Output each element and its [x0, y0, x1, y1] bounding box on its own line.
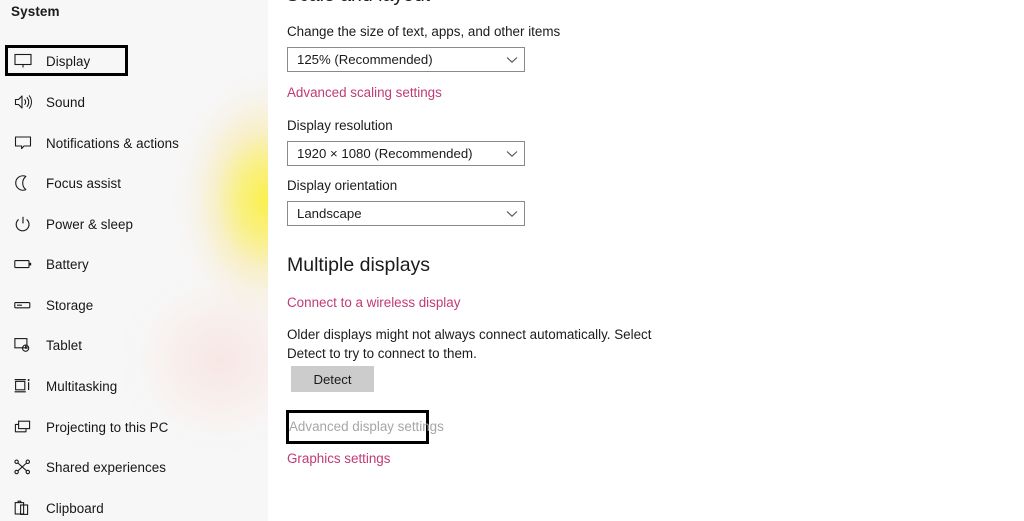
scale-label: Change the size of text, apps, and other…: [287, 24, 561, 39]
sidebar-item-label: Battery: [46, 256, 89, 272]
sidebar-item-label: Multitasking: [46, 378, 118, 394]
display-orientation-label: Display orientation: [287, 178, 398, 193]
sidebar-item-sound[interactable]: Sound: [0, 86, 250, 118]
scale-and-layout-heading: Scale and layout: [286, 0, 430, 6]
moon-icon: [12, 172, 34, 194]
graphics-settings-link[interactable]: Graphics settings: [287, 451, 390, 466]
display-orientation-value: Landscape: [297, 206, 362, 221]
scale-dropdown[interactable]: 125% (Recommended): [287, 47, 525, 72]
multitasking-icon: [12, 375, 34, 397]
sidebar-item-label: Sound: [46, 94, 85, 110]
advanced-display-settings-link[interactable]: Advanced display settings: [289, 419, 444, 434]
advanced-scaling-settings-link[interactable]: Advanced scaling settings: [287, 85, 442, 100]
scale-and-layout-heading-clip: Scale and layout: [286, 0, 430, 6]
sidebar-item-label: Display: [46, 53, 91, 69]
sidebar-item-tablet[interactable]: Tablet: [0, 329, 250, 361]
sidebar-item-shared-experiences[interactable]: Shared experiences: [0, 451, 250, 483]
display-resolution-value: 1920 × 1080 (Recommended): [297, 146, 473, 161]
sidebar-item-display[interactable]: Display: [0, 45, 250, 77]
tablet-icon: [12, 334, 34, 356]
sidebar-item-multitasking[interactable]: Multitasking: [0, 370, 250, 402]
sidebar-item-power-sleep[interactable]: Power & sleep: [0, 208, 250, 240]
sidebar-item-label: Projecting to this PC: [46, 419, 169, 435]
sidebar-item-notifications-actions[interactable]: Notifications & actions: [0, 127, 250, 159]
chevron-down-icon: [500, 150, 524, 158]
sidebar-item-label: Clipboard: [46, 500, 104, 516]
settings-window: System Display Sound Notifications & actio…: [0, 0, 1024, 521]
sidebar-item-label: Tablet: [46, 337, 83, 353]
sidebar-item-storage[interactable]: Storage: [0, 289, 250, 321]
display-resolution-label: Display resolution: [287, 118, 393, 133]
sidebar-item-label: Notifications & actions: [46, 135, 179, 151]
advanced-display-settings-highlight-box: Advanced display settings: [286, 410, 444, 444]
connect-wireless-display-link[interactable]: Connect to a wireless display: [287, 295, 460, 310]
detect-button[interactable]: Detect: [291, 366, 374, 392]
settings-sidebar: System Display Sound Notifications & actio…: [0, 0, 268, 521]
sidebar-item-label: Focus assist: [46, 175, 122, 191]
sidebar-item-projecting-to-this-pc[interactable]: Projecting to this PC: [0, 411, 250, 443]
notification-icon: [12, 132, 34, 154]
sidebar-item-battery[interactable]: Battery: [0, 248, 250, 280]
sidebar-scrollbar[interactable]: [264, 0, 268, 521]
detect-description-text: Older displays might not always connect …: [287, 327, 652, 361]
display-orientation-dropdown[interactable]: Landscape: [287, 201, 525, 226]
display-resolution-dropdown[interactable]: 1920 × 1080 (Recommended): [287, 141, 525, 166]
speaker-icon: [12, 91, 34, 113]
sidebar-item-focus-assist[interactable]: Focus assist: [0, 167, 250, 199]
clipboard-icon: [12, 497, 34, 519]
sidebar-item-label: Storage: [46, 297, 94, 313]
chevron-down-icon: [500, 210, 524, 218]
scale-dropdown-value: 125% (Recommended): [297, 52, 433, 67]
battery-icon: [12, 253, 34, 275]
sidebar-item-label: Power & sleep: [46, 216, 133, 232]
storage-icon: [12, 294, 34, 316]
multiple-displays-heading: Multiple displays: [287, 254, 431, 276]
monitor-icon: [12, 50, 34, 72]
shared-icon: [12, 456, 34, 478]
sidebar-item-label: Shared experiences: [46, 459, 167, 475]
sidebar-item-clipboard[interactable]: Clipboard: [0, 492, 250, 521]
chevron-down-icon: [500, 56, 524, 64]
page-title: System: [11, 4, 60, 19]
power-icon: [12, 213, 34, 235]
projecting-icon: [12, 416, 34, 438]
